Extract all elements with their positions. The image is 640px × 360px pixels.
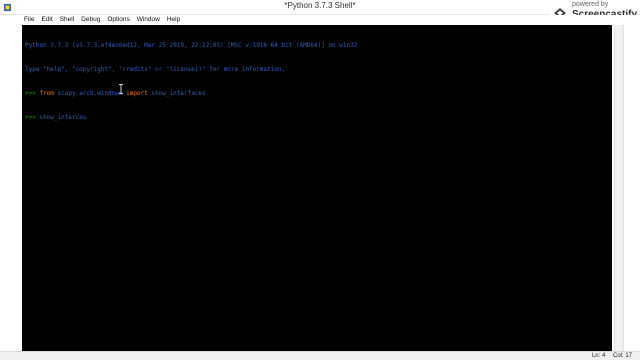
banner-line-version: Python 3.7.3 (v3.7.3:ef4ec6ed12, Mar 25 … bbox=[25, 42, 358, 49]
current-input: show_interces bbox=[39, 114, 87, 121]
status-bar: Ln: 4 Col: 17 bbox=[0, 351, 640, 360]
title-bar: *Python 3.7.3 Shell* powered by Screenca… bbox=[0, 0, 640, 23]
menu-debug[interactable]: Debug bbox=[81, 15, 100, 25]
shell-text-area[interactable]: Python 3.7.3 (v3.7.3:ef4ec6ed12, Mar 25 … bbox=[22, 25, 612, 351]
watermark-powered-text: powered by bbox=[572, 1, 609, 8]
vertical-scrollbar[interactable] bbox=[612, 25, 640, 351]
command-line-import: >>> from scapy.arch.windows import show_… bbox=[25, 90, 609, 98]
menu-shell[interactable]: Shell bbox=[60, 15, 74, 25]
menu-help[interactable]: Help bbox=[167, 15, 180, 25]
left-margin bbox=[0, 25, 22, 351]
module-name: scapy.arch.windows bbox=[53, 90, 127, 97]
scroll-track[interactable] bbox=[614, 25, 624, 351]
cursor-position: Ln: 4 Col: 17 bbox=[586, 352, 632, 360]
status-line: Ln: 4 bbox=[591, 353, 606, 359]
menu-edit[interactable]: Edit bbox=[41, 15, 52, 25]
keyword-import: import bbox=[126, 90, 148, 97]
menu-bar: File Edit Shell Debug Options Window Hel… bbox=[0, 15, 640, 25]
banner-line-help: Type "help", "copyright", "credits" or "… bbox=[25, 66, 286, 73]
prompt: >>> bbox=[25, 114, 40, 121]
window-title: *Python 3.7.3 Shell* bbox=[284, 1, 356, 10]
menu-options[interactable]: Options bbox=[107, 15, 129, 25]
keyword-from: from bbox=[39, 90, 54, 97]
command-line-current: >>> show_interces bbox=[25, 114, 609, 122]
i-beam-cursor-icon bbox=[118, 79, 124, 94]
menu-file[interactable]: File bbox=[24, 15, 34, 25]
imported-name: show_interfaces bbox=[147, 90, 206, 97]
status-col: Col: 17 bbox=[612, 353, 632, 359]
menu-window[interactable]: Window bbox=[137, 15, 160, 25]
prompt: >>> bbox=[25, 90, 40, 97]
